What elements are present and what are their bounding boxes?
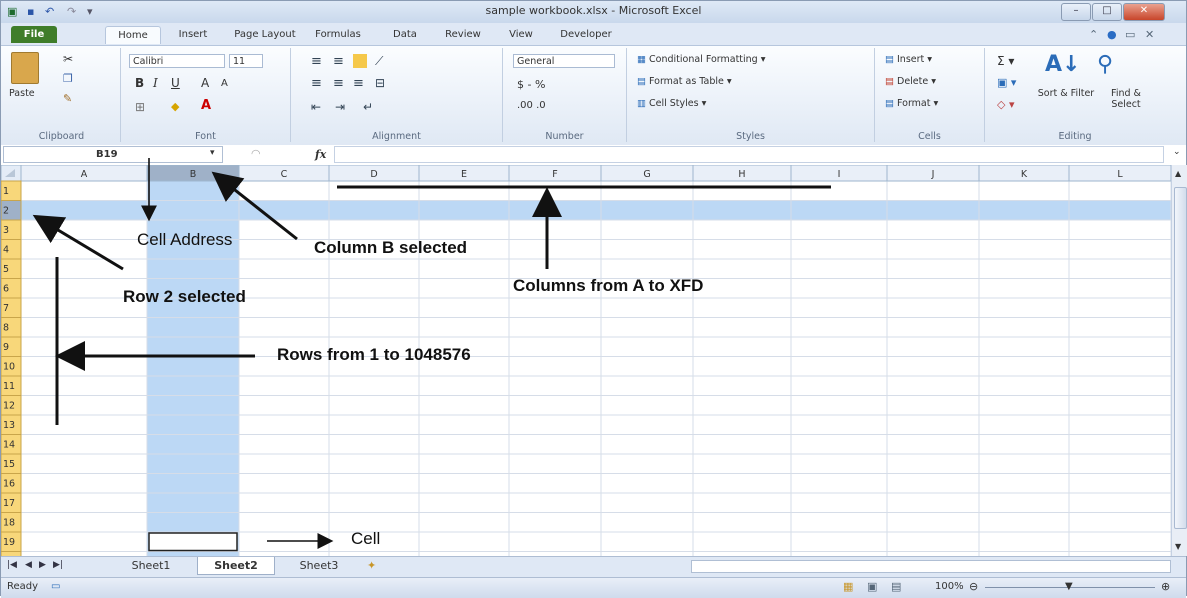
row-2-arrow bbox=[32, 214, 124, 271]
annotation-rows-range: Rows from 1 to 1048576 bbox=[277, 345, 471, 364]
annotation-column-b-selected: Column B selected bbox=[314, 238, 468, 257]
annotation-cell: Cell bbox=[351, 529, 381, 548]
annotation-row-2-selected: Row 2 selected bbox=[123, 287, 246, 306]
excel-window: ▣ ▪ ↶ ↷ ▾ sample workbook.xlsx - Microso… bbox=[0, 0, 1187, 598]
annotation-cell-address: Cell Address bbox=[137, 230, 233, 249]
annotation-columns-range: Columns from A to XFD bbox=[513, 276, 704, 295]
